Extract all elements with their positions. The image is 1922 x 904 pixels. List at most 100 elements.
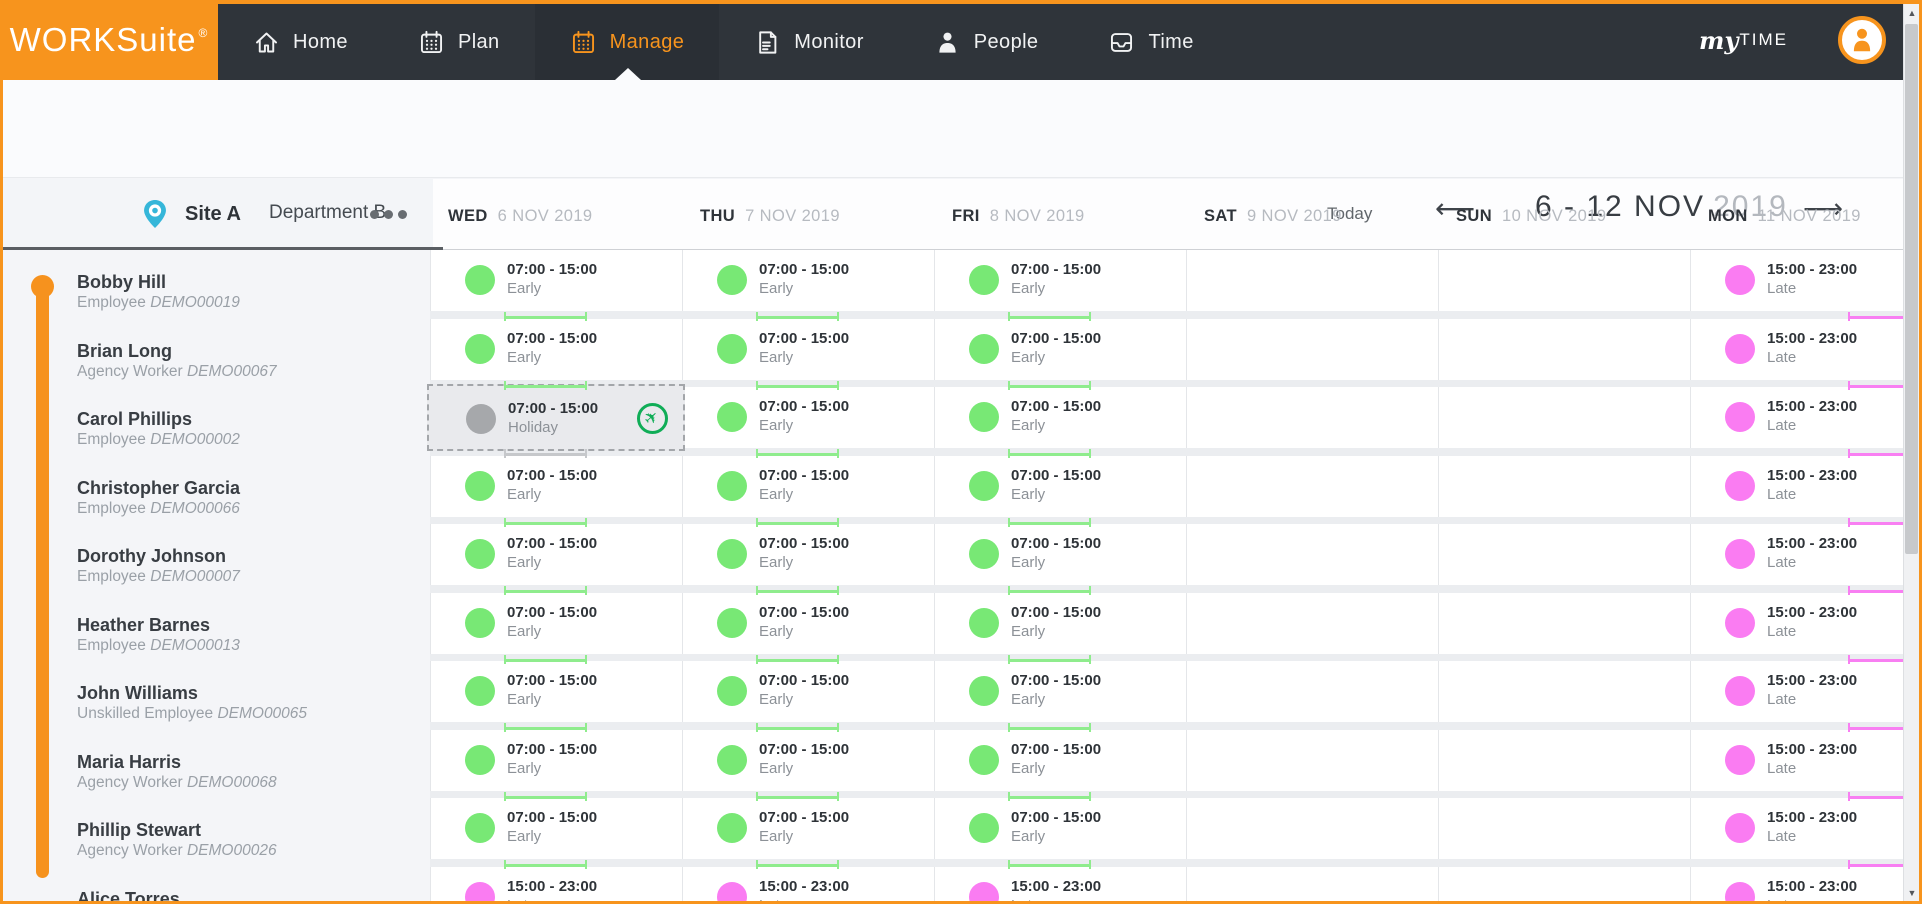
shift-cell-early[interactable]: 07:00 - 15:00 Early <box>682 250 934 311</box>
day-header: MON 11 NOV 2019 <box>1708 207 1861 226</box>
shift-cell-empty[interactable] <box>1438 866 1690 901</box>
department-name[interactable]: Department B <box>269 202 386 224</box>
employee-info[interactable]: Heather Barnes Employee DEMO00013 <box>77 615 417 656</box>
scroll-down-arrow[interactable]: ▼ <box>1904 884 1920 901</box>
shift-cell-empty[interactable] <box>1186 524 1438 585</box>
shift-cell-early[interactable]: 07:00 - 15:00 Early <box>430 250 682 311</box>
vertical-scrollbar[interactable]: ▲ ▼ <box>1903 4 1919 901</box>
shift-cell-early[interactable]: 07:00 - 15:00 Early <box>934 798 1186 859</box>
shift-cell-early[interactable]: 07:00 - 15:00 Early <box>934 524 1186 585</box>
shift-cell-empty[interactable] <box>1438 592 1690 654</box>
employee-info[interactable]: Dorothy Johnson Employee DEMO00007 <box>77 546 417 587</box>
employee-row[interactable]: Alice Torres15:00 - 23:00Late15:00 - 23:… <box>0 866 1903 902</box>
employee-info[interactable]: Alice Torres <box>77 889 417 902</box>
employee-row[interactable]: Maria Harris Agency Worker DEMO00068 07:00… <box>0 729 1903 801</box>
employee-info[interactable]: Brian Long Agency Worker DEMO00067 <box>77 341 417 382</box>
employee-role: Employee DEMO00002 <box>77 429 417 450</box>
scroll-up-arrow[interactable]: ▲ <box>1904 4 1920 21</box>
employee-row[interactable]: Bobby Hill Employee DEMO00019 07:00 - 15:0… <box>0 250 1903 321</box>
shift-cell-early[interactable]: 07:00 - 15:00 Early <box>934 387 1186 448</box>
shift-cell-early[interactable]: 07:00 - 15:00 Early <box>934 661 1186 722</box>
shift-cell-empty[interactable] <box>1186 455 1438 517</box>
shift-cell-empty[interactable] <box>1438 387 1690 448</box>
shift-cell-empty[interactable] <box>1438 524 1690 585</box>
employee-info[interactable]: John Williams Unskilled Employee DEMO0006… <box>77 683 417 724</box>
nav-tab-time[interactable]: Time <box>1073 4 1228 80</box>
shift-cell-late[interactable]: 15:00 - 23:00Late <box>1690 729 1903 791</box>
shift-cell-early[interactable]: 07:00 - 15:00 Early <box>682 729 934 791</box>
shift-cell-early[interactable]: 07:00 - 15:00 Early <box>430 729 682 791</box>
shift-cell-empty[interactable] <box>1438 318 1690 380</box>
nav-tab-home[interactable]: Home <box>218 4 383 80</box>
shift-cell-empty[interactable] <box>1438 798 1690 859</box>
holiday-plane-icon[interactable]: ✈ <box>637 403 668 434</box>
employee-info[interactable]: Bobby Hill Employee DEMO00019 <box>77 272 417 313</box>
shift-duration-bar <box>503 586 588 595</box>
shift-cell-late[interactable]: 15:00 - 23:00Late <box>1690 592 1903 654</box>
employee-row[interactable]: Brian Long Agency Worker DEMO00067 07:00 -… <box>0 318 1903 390</box>
employee-list-options-button[interactable] <box>370 210 407 219</box>
shift-cell-empty[interactable] <box>1186 318 1438 380</box>
shift-cell-early[interactable]: 07:00 - 15:00 Early <box>934 729 1186 791</box>
shift-cell-empty[interactable] <box>1438 661 1690 722</box>
shift-cell-early[interactable]: 07:00 - 15:00 Early <box>430 661 682 722</box>
shift-cell-early[interactable]: 07:00 - 15:00 Early <box>934 592 1186 654</box>
shift-cell-late[interactable]: 15:00 - 23:00Late <box>682 866 934 901</box>
shift-cell-early[interactable]: 07:00 - 15:00 Early <box>682 318 934 380</box>
shift-cell-late[interactable]: 15:00 - 23:00Late <box>430 866 682 901</box>
shift-cell-early[interactable]: 07:00 - 15:00 Early <box>682 798 934 859</box>
shift-cell-late[interactable]: 15:00 - 23:00Late <box>1690 524 1903 585</box>
shift-cell-empty[interactable] <box>1186 866 1438 901</box>
employee-row[interactable]: Dorothy Johnson Employee DEMO00007 07:00 -… <box>0 524 1903 595</box>
shift-cell-empty[interactable] <box>1438 729 1690 791</box>
shift-cell-late[interactable]: 15:00 - 23:00Late <box>1690 866 1903 901</box>
scrollbar-thumb[interactable] <box>1905 24 1918 554</box>
shift-cell-late[interactable]: 15:00 - 23:00Late <box>1690 661 1903 722</box>
employee-row[interactable]: Carol Phillips Employee DEMO00002 07:00 - … <box>0 384 1903 458</box>
shift-cell-late[interactable]: 15:00 - 23:00Late <box>1690 250 1903 311</box>
shift-cell-empty[interactable] <box>1438 250 1690 311</box>
employee-info[interactable]: Christopher Garcia Employee DEMO00066 <box>77 478 417 519</box>
employee-row[interactable]: Heather Barnes Employee DEMO00013 07:00 - … <box>0 592 1903 664</box>
shift-cell-early[interactable]: 07:00 - 15:00 Early <box>430 455 682 517</box>
shift-cell-late[interactable]: 15:00 - 23:00Late <box>1690 798 1903 859</box>
employee-info[interactable]: Carol Phillips Employee DEMO00002 <box>77 409 417 450</box>
shift-cell-empty[interactable] <box>1186 592 1438 654</box>
employee-row[interactable]: Phillip Stewart Agency Worker DEMO00026 07… <box>0 798 1903 869</box>
shift-cell-early[interactable]: 07:00 - 15:00 Early <box>682 592 934 654</box>
nav-tab-monitor[interactable]: Monitor <box>719 4 899 80</box>
shift-cell-early[interactable]: 07:00 - 15:00 Early <box>430 524 682 585</box>
shift-cell-empty[interactable] <box>1438 455 1690 517</box>
employee-row[interactable]: Christopher Garcia Employee DEMO00066 07:0… <box>0 455 1903 527</box>
user-avatar[interactable] <box>1838 16 1886 64</box>
shift-cell-early[interactable]: 07:00 - 15:00 Early <box>934 250 1186 311</box>
shift-cell-early[interactable]: 07:00 - 15:00 Early <box>934 455 1186 517</box>
shift-cell-late[interactable]: 15:00 - 23:00Late <box>1690 318 1903 380</box>
shift-cell-early[interactable]: 07:00 - 15:00 Early <box>430 798 682 859</box>
shift-cell-empty[interactable] <box>1186 729 1438 791</box>
shift-cell-early[interactable]: 07:00 - 15:00 Early <box>682 455 934 517</box>
shift-cell-holiday[interactable]: 07:00 - 15:00 Holiday ✈ <box>427 384 685 451</box>
shift-cell-late[interactable]: 15:00 - 23:00Late <box>1690 387 1903 448</box>
site-selector[interactable]: Site A <box>139 198 241 230</box>
shift-cell-early[interactable]: 07:00 - 15:00 Early <box>430 592 682 654</box>
shift-cell-late[interactable]: 15:00 - 23:00Late <box>934 866 1186 901</box>
shift-cell-early[interactable]: 07:00 - 15:00 Early <box>682 524 934 585</box>
shift-cell-early[interactable]: 07:00 - 15:00 Early <box>682 387 934 448</box>
shift-cell-early[interactable]: 07:00 - 15:00 Early <box>682 661 934 722</box>
shift-time: 07:00 - 15:00 <box>1011 603 1102 621</box>
employee-row[interactable]: John Williams Unskilled Employee DEMO0006… <box>0 661 1903 732</box>
nav-tab-people[interactable]: People <box>899 4 1074 80</box>
shift-cell-late[interactable]: 15:00 - 23:00Late <box>1690 455 1903 517</box>
shift-cell-empty[interactable] <box>1186 250 1438 311</box>
shift-cell-empty[interactable] <box>1186 387 1438 448</box>
shift-cell-empty[interactable] <box>1186 661 1438 722</box>
mytime-logo[interactable]: my TIME <box>1699 0 1788 80</box>
employee-info[interactable]: Phillip Stewart Agency Worker DEMO00026 <box>77 820 417 861</box>
shift-duration-bar <box>755 449 840 458</box>
nav-tab-plan[interactable]: Plan <box>383 4 535 80</box>
shift-cell-early[interactable]: 07:00 - 15:00 Early <box>934 318 1186 380</box>
employee-info[interactable]: Maria Harris Agency Worker DEMO00068 <box>77 752 417 793</box>
shift-cell-empty[interactable] <box>1186 798 1438 859</box>
shift-cell-early[interactable]: 07:00 - 15:00 Early <box>430 318 682 380</box>
